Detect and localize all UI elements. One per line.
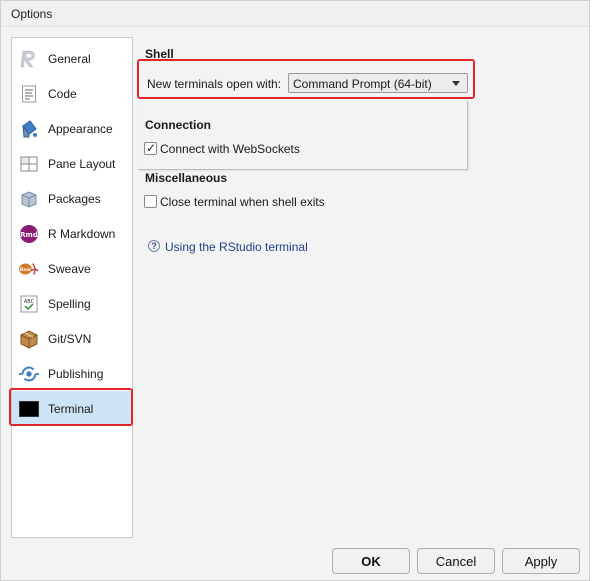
sidebar-item-terminal[interactable]: Terminal — [12, 391, 132, 426]
misc-section-title: Miscellaneous — [145, 171, 228, 185]
publishing-icon — [19, 364, 39, 384]
ok-button[interactable]: OK — [332, 548, 410, 574]
close-terminal-checkbox[interactable] — [144, 195, 157, 208]
sidebar-item-label: Terminal — [48, 401, 94, 416]
new-terminals-label: New terminals open with: — [147, 77, 282, 91]
sidebar-item-r-markdown[interactable]: Rmd R Markdown — [12, 216, 132, 251]
shell-section-title: Shell — [145, 47, 174, 61]
options-dialog: Options General Code Appearance Pane Lay… — [0, 0, 590, 581]
terminal-icon — [19, 399, 39, 419]
sidebar-item-packages[interactable]: Packages — [12, 181, 132, 216]
sidebar-item-label: Pane Layout — [48, 156, 116, 171]
chevron-down-icon — [452, 81, 460, 86]
apply-button[interactable]: Apply — [502, 548, 580, 574]
check-icon: ✓ — [146, 141, 157, 155]
window-title: Options — [11, 7, 53, 21]
sidebar-item-label: Publishing — [48, 366, 104, 381]
sidebar-item-label: Code — [48, 86, 77, 101]
websockets-label: Connect with WebSockets — [160, 142, 300, 156]
cancel-button[interactable]: Cancel — [417, 548, 495, 574]
svg-text:Rnw: Rnw — [20, 266, 32, 272]
code-document-icon — [19, 84, 39, 104]
shell-select-value: Command Prompt (64-bit) — [293, 77, 432, 91]
spellcheck-icon: ABC — [19, 294, 39, 314]
sidebar-item-git-svn[interactable]: Git/SVN — [12, 321, 132, 356]
git-box-icon — [19, 329, 39, 349]
sidebar-item-spelling[interactable]: ABC Spelling — [12, 286, 132, 321]
paint-bucket-icon — [19, 119, 39, 139]
sidebar-item-label: Appearance — [48, 121, 113, 136]
close-terminal-label: Close terminal when shell exits — [160, 195, 325, 209]
options-sidebar: General Code Appearance Pane Layout Pack… — [11, 37, 133, 538]
help-icon: ? — [148, 240, 160, 252]
svg-text:Rmd: Rmd — [20, 231, 38, 239]
sidebar-item-pane-layout[interactable]: Pane Layout — [12, 146, 132, 181]
rmd-icon: Rmd — [19, 224, 39, 244]
sidebar-item-label: Git/SVN — [48, 331, 92, 346]
terminal-help-link[interactable]: Using the RStudio terminal — [165, 240, 308, 254]
sidebar-item-appearance[interactable]: Appearance — [12, 111, 132, 146]
websockets-checkbox[interactable]: ✓ — [144, 141, 157, 155]
sidebar-item-label: Packages — [48, 191, 101, 206]
sidebar-item-label: R Markdown — [48, 226, 116, 241]
shell-select[interactable]: Command Prompt (64-bit) — [288, 73, 468, 93]
sweave-pdf-icon: Rnw — [19, 259, 39, 279]
sidebar-item-publishing[interactable]: Publishing — [12, 356, 132, 391]
r-logo-icon — [19, 49, 39, 69]
package-box-icon — [19, 189, 39, 209]
sidebar-item-label: Spelling — [48, 296, 91, 311]
pane-layout-icon — [19, 154, 39, 174]
dropdown-popup-edge — [138, 101, 468, 170]
sidebar-item-code[interactable]: Code — [12, 76, 132, 111]
title-bar: Options — [1, 1, 589, 27]
sidebar-item-label: General — [48, 51, 91, 66]
connection-section-title: Connection — [145, 118, 211, 132]
sidebar-item-sweave[interactable]: Rnw Sweave — [12, 251, 132, 286]
sidebar-item-label: Sweave — [48, 261, 91, 276]
sidebar-item-general[interactable]: General — [12, 41, 132, 76]
